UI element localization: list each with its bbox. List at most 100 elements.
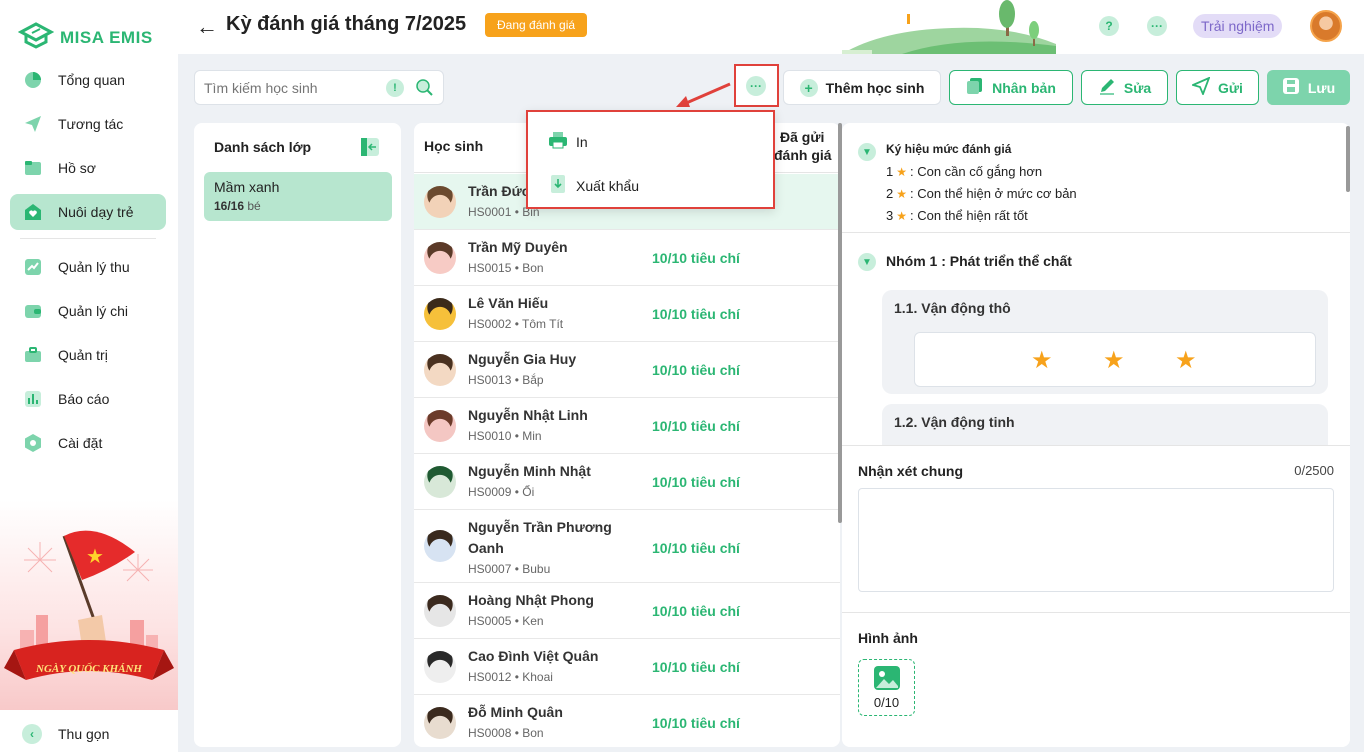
student-row[interactable]: Cao Đình Việt Quân HS0012 • Khoai 10/10 ti…: [414, 639, 840, 695]
star-icon[interactable]: ★: [1031, 349, 1053, 373]
collapse-label: Thu gọn: [58, 726, 110, 742]
chevron-down-icon[interactable]: ▼: [858, 143, 876, 161]
sidebar-item-ho-so[interactable]: Hồ sơ: [10, 150, 166, 186]
student-code: HS0009 • Ổi: [468, 485, 535, 499]
duplicate-button[interactable]: Nhân bản: [949, 70, 1073, 105]
comment-title: Nhận xét chung: [858, 463, 964, 479]
student-row[interactable]: Lê Văn Hiếu HS0002 • Tôm Tít 10/10 tiêu ch…: [414, 286, 840, 342]
header-more-button[interactable]: ···: [1147, 16, 1167, 36]
student-row[interactable]: Trần Mỹ Duyên HS0015 • Bon 10/10 tiêu chí: [414, 230, 840, 286]
criterion-title: 1.1. Vận động thô: [894, 300, 1011, 316]
class-list-title: Danh sách lớp: [214, 139, 312, 155]
student-name: Nguyễn Minh Nhật: [468, 463, 591, 479]
student-row[interactable]: Nguyễn Minh Nhật HS0009 • Ổi 10/10 tiêu ch…: [414, 454, 840, 510]
legend-level: 2: [886, 186, 894, 201]
star-icon: ★: [896, 187, 907, 201]
sidebar-divider: [20, 238, 156, 239]
student-row[interactable]: Hoàng Nhật Phong HS0005 • Ken 10/10 tiêu c…: [414, 583, 840, 639]
evaluation-scrollbar[interactable]: [1346, 126, 1350, 192]
bar-chart-icon: [22, 388, 44, 410]
sidebar-item-label: Tương tác: [58, 116, 124, 132]
sidebar-item-label: Cài đặt: [58, 435, 103, 451]
info-icon[interactable]: !: [386, 79, 404, 97]
edit-label: Sửa: [1123, 79, 1152, 96]
sidebar-item-tuong-tac[interactable]: Tương tác: [10, 106, 166, 142]
sidebar-item-quan-ly-thu[interactable]: Quản lý thu: [10, 249, 166, 285]
student-code: HS0012 • Khoai: [468, 670, 553, 684]
app-logo-text: MISA EMIS: [60, 27, 153, 47]
collapse-panel-icon[interactable]: [360, 137, 380, 162]
student-row[interactable]: Nguyễn Trần Phương Oanh HS0007 • Bubu 10/1…: [414, 510, 840, 583]
column-header-sent-line2: đánh giá: [774, 147, 832, 163]
sidebar-item-bao-cao[interactable]: Báo cáo: [10, 381, 166, 417]
more-dots-icon: ···: [746, 76, 766, 96]
save-label: Lưu: [1307, 79, 1336, 96]
student-code: HS0013 • Bắp: [468, 373, 544, 387]
svg-text:★: ★: [86, 546, 104, 568]
page-title: Kỳ đánh giá tháng 7/2025: [226, 13, 467, 35]
page-header: ← Kỳ đánh giá tháng 7/2025 Đang đánh giá…: [178, 0, 1364, 54]
heart-home-icon: [22, 201, 44, 223]
help-button[interactable]: ?: [1099, 16, 1119, 36]
class-count-unit: bé: [247, 199, 261, 213]
column-header-sent-line1: Đã gửi: [780, 129, 825, 145]
gear-icon: [22, 432, 44, 454]
income-chart-icon: [22, 256, 44, 278]
student-row[interactable]: Đỗ Minh Quân HS0008 • Bon 10/10 tiêu chí: [414, 695, 840, 747]
save-button[interactable]: Lưu: [1267, 70, 1350, 105]
legend-text: : Con thể hiện rất tốt: [910, 208, 1028, 223]
add-student-button[interactable]: + Thêm học sinh: [783, 70, 941, 105]
sidebar-item-nuoi-day-tre[interactable]: Nuôi dạy trẻ: [10, 194, 166, 230]
student-name: Lê Văn Hiếu: [468, 295, 549, 311]
evaluation-status: 10/10 tiêu chí: [652, 250, 740, 266]
student-avatar: [424, 466, 456, 498]
app-logo[interactable]: MISA EMIS: [17, 20, 153, 55]
send-button[interactable]: Gửi: [1176, 70, 1259, 105]
evaluation-status: 10/10 tiêu chí: [652, 306, 740, 322]
student-name: Cao Đình Việt Quân: [468, 648, 599, 664]
student-list-panel: Học sinh Đã gửi đánh giá Trần Đức HS0001 …: [414, 123, 840, 747]
student-avatar: [424, 186, 456, 218]
chevron-down-icon[interactable]: ▼: [858, 253, 876, 271]
sidebar-item-quan-ly-chi[interactable]: Quản lý chi: [10, 293, 166, 329]
student-avatar: [424, 354, 456, 386]
comment-textarea[interactable]: [858, 488, 1334, 592]
export-file-icon: [548, 174, 568, 197]
evaluation-status: 10/10 tiêu chí: [652, 715, 740, 731]
sidebar-item-label: Quản trị: [58, 347, 108, 363]
star-icon[interactable]: ★: [1175, 349, 1197, 373]
student-avatar: [424, 242, 456, 274]
sidebar: MISA EMIS Tổng quan Tương tác Hồ sơ Nuôi…: [0, 0, 178, 752]
menu-item-print[interactable]: In: [548, 130, 588, 153]
student-name: Đỗ Minh Quân: [468, 704, 563, 720]
menu-item-export[interactable]: Xuất khẩu: [548, 174, 639, 197]
misa-logo-icon: [17, 20, 55, 55]
student-row[interactable]: Nguyễn Gia Huy HS0013 • Bắp 10/10 tiêu chí: [414, 342, 840, 398]
collapse-button[interactable]: ‹ Thu gọn: [22, 724, 109, 744]
image-upload-button[interactable]: 0/10: [858, 659, 915, 716]
sidebar-item-label: Nuôi dạy trẻ: [58, 204, 134, 220]
student-avatar: [424, 707, 456, 739]
back-arrow-icon[interactable]: ←: [196, 14, 218, 40]
sidebar-item-quan-tri[interactable]: Quản trị: [10, 337, 166, 373]
student-code: HS0002 • Tôm Tít: [468, 317, 564, 331]
printer-icon: [548, 130, 568, 153]
send-label: Gửi: [1218, 79, 1243, 96]
legend-level: 3: [886, 208, 894, 223]
sidebar-item-cai-dat[interactable]: Cài đặt: [10, 425, 166, 461]
class-item[interactable]: Mầm xanh 16/16 bé: [204, 172, 392, 221]
student-row[interactable]: Nguyễn Nhật Linh HS0010 • Min 10/10 tiêu c…: [414, 398, 840, 454]
search-input[interactable]: [204, 80, 374, 96]
search-icon[interactable]: [415, 78, 435, 103]
sidebar-item-tong-quan[interactable]: Tổng quan: [10, 62, 166, 98]
legend-row: 3 ★: Con thể hiện rất tốt: [886, 208, 1028, 223]
section-divider: [842, 612, 1350, 613]
user-avatar[interactable]: [1310, 10, 1342, 42]
criterion-card: 1.1. Vận động thô ★ ★ ★: [882, 290, 1328, 394]
star-icon[interactable]: ★: [1103, 349, 1125, 373]
save-icon: [1282, 77, 1300, 98]
briefcase-icon: [22, 344, 44, 366]
trial-button[interactable]: Trải nghiệm: [1193, 14, 1283, 38]
toolbar-more-button[interactable]: ···: [734, 64, 779, 107]
edit-button[interactable]: Sửa: [1081, 70, 1168, 105]
